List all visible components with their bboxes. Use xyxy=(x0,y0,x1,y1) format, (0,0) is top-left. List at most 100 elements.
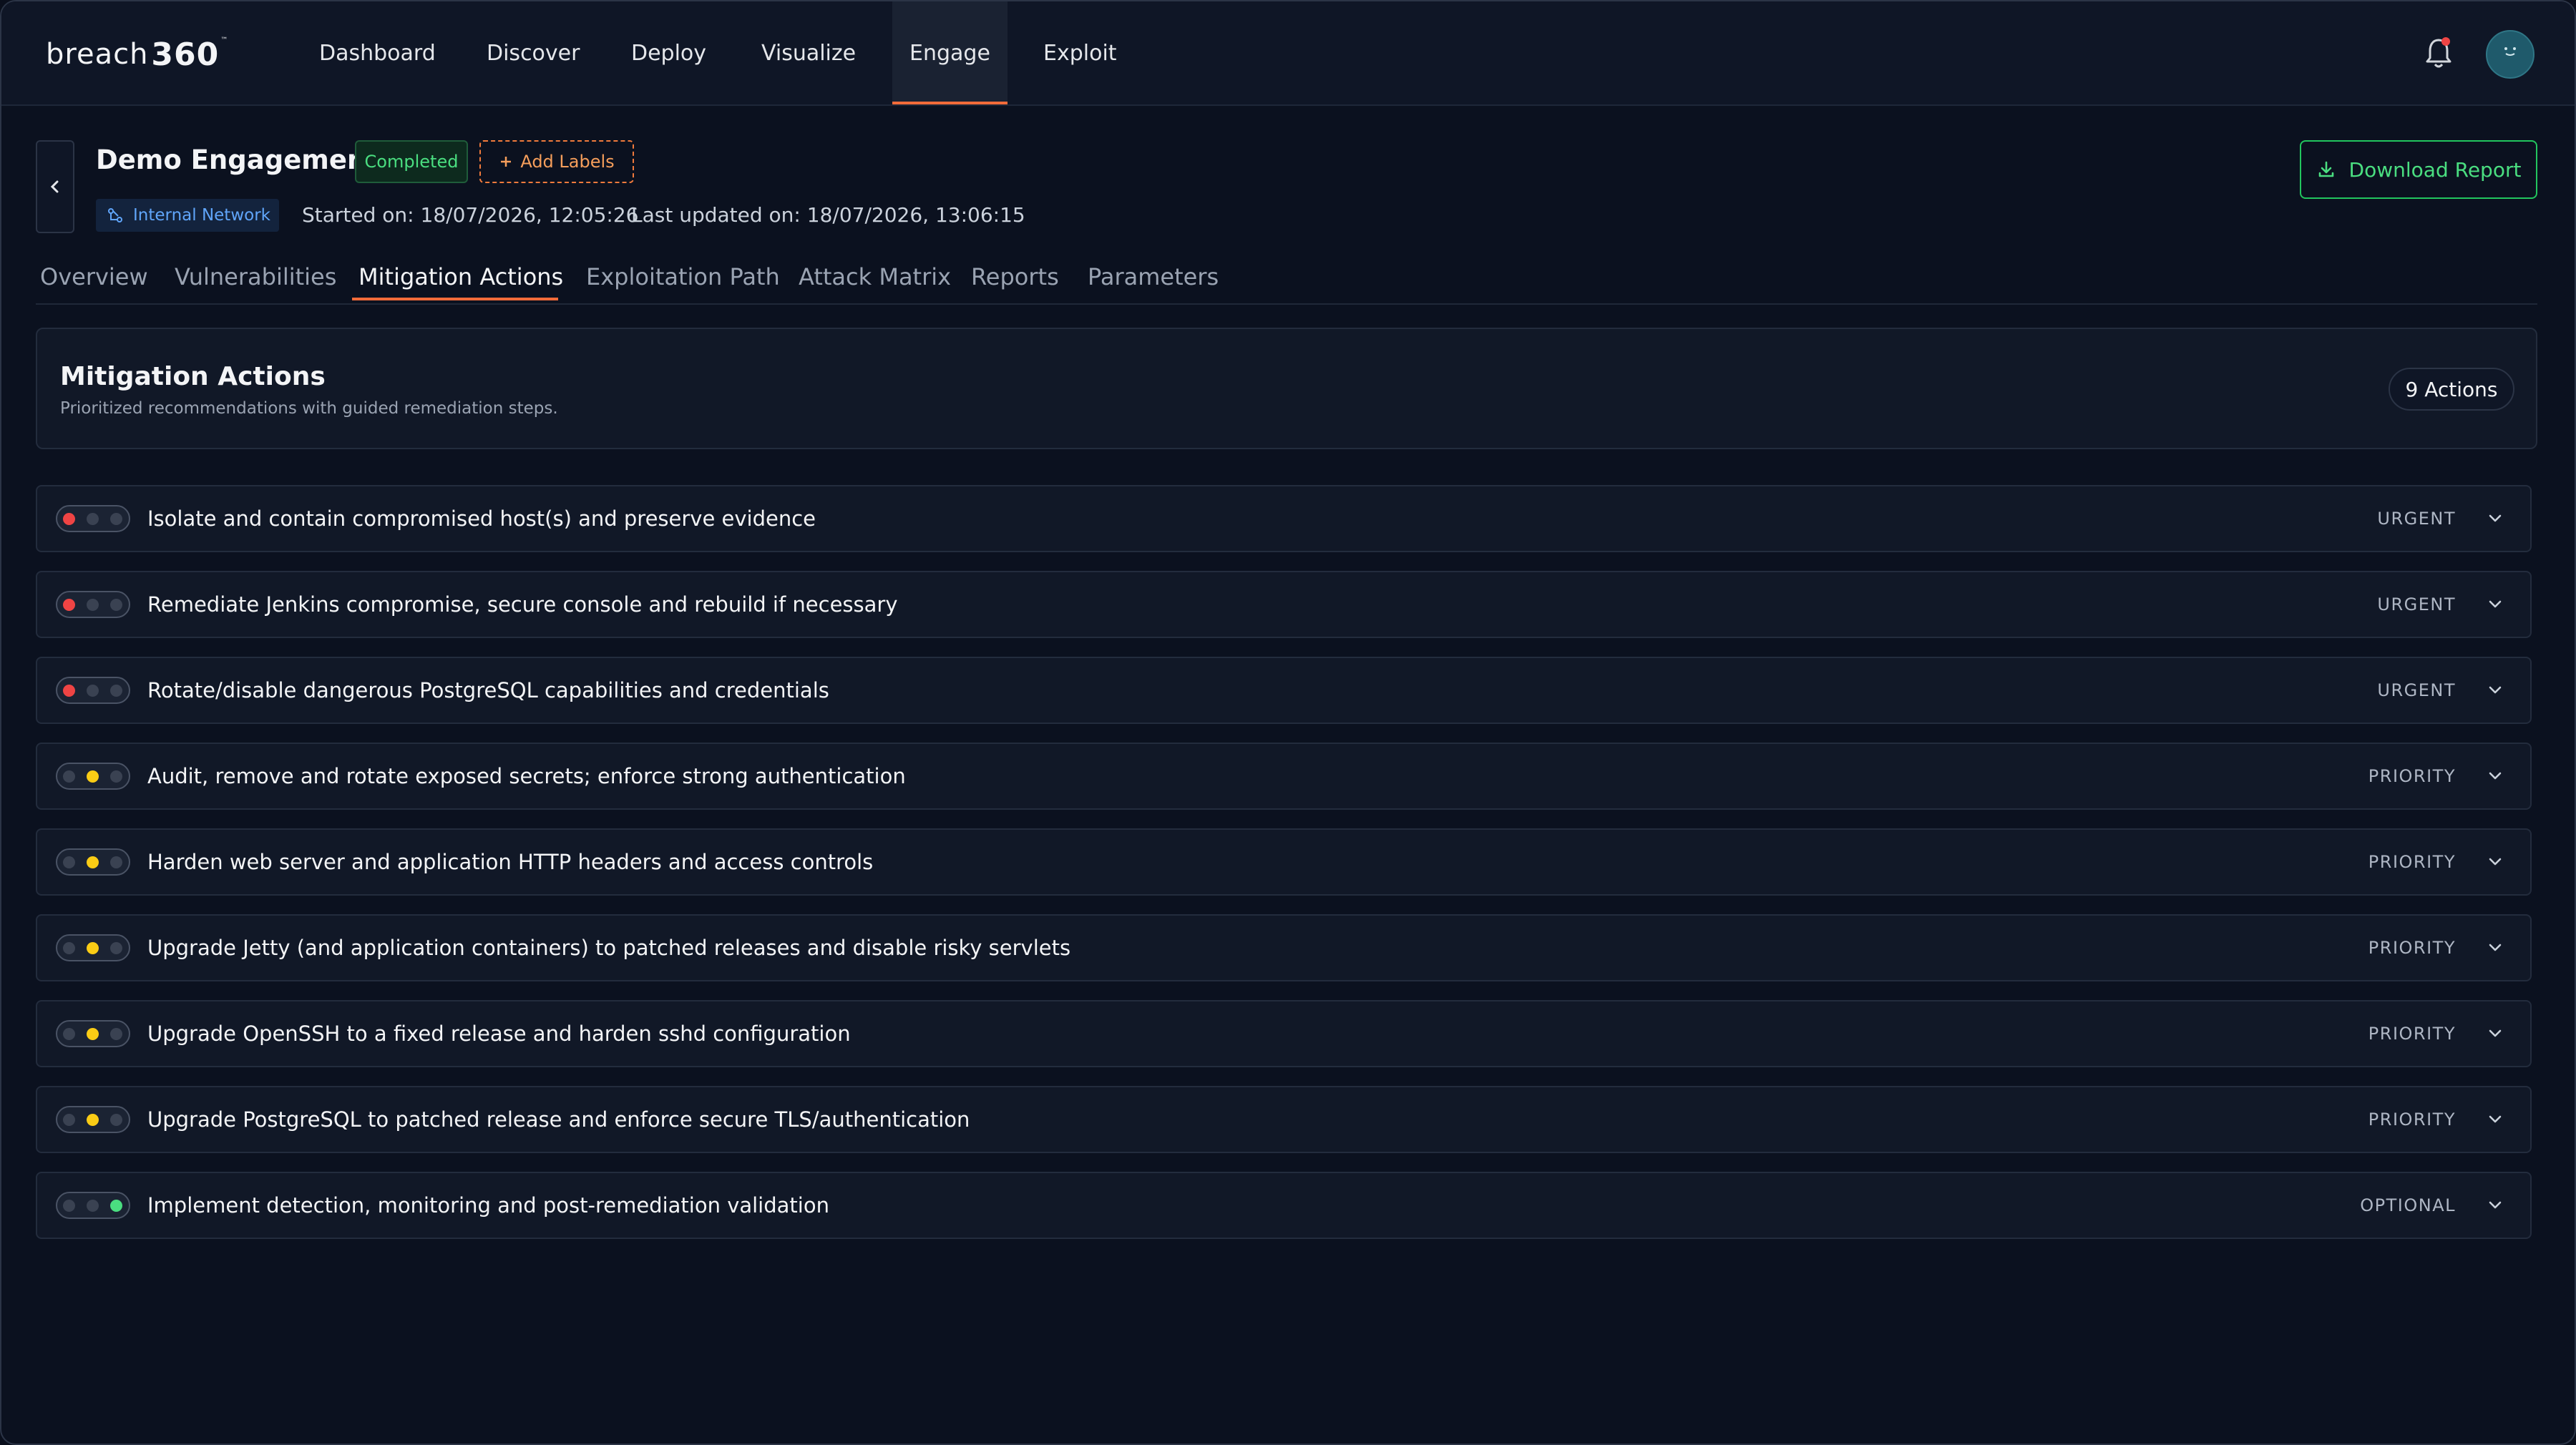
severity-dot-yellow xyxy=(87,513,99,525)
nav-item-dashboard[interactable]: Dashboard xyxy=(319,1,436,104)
back-button[interactable] xyxy=(36,140,74,233)
action-row[interactable]: Implement detection, monitoring and post… xyxy=(36,1172,2532,1239)
tab-attack-matrix[interactable]: Attack Matrix xyxy=(799,258,951,303)
action-priority: PRIORITY xyxy=(2368,938,2456,958)
action-row[interactable]: Audit, remove and rotate exposed secrets… xyxy=(36,743,2532,810)
severity-indicator xyxy=(56,763,130,790)
severity-dot-red xyxy=(63,513,75,525)
tab-mitigation-actions[interactable]: Mitigation Actions xyxy=(358,258,563,303)
logo-number: 360 xyxy=(151,36,220,73)
started-timestamp: Started on: 18/07/2026, 12:05:26 xyxy=(302,203,639,227)
severity-indicator xyxy=(56,677,130,704)
logo-trademark: ™ xyxy=(220,36,228,44)
logo-word: breach xyxy=(46,38,149,71)
actions-count-badge: 9 Actions xyxy=(2389,368,2514,411)
network-chip: Internal Network xyxy=(96,199,279,232)
mitigation-header-card xyxy=(36,328,2537,449)
chevron-down-icon[interactable] xyxy=(2484,680,2506,701)
severity-dot-red xyxy=(63,770,75,783)
chevron-down-icon[interactable] xyxy=(2484,1109,2506,1130)
action-title: Harden web server and application HTTP h… xyxy=(147,850,874,874)
action-priority: OPTIONAL xyxy=(2360,1195,2456,1215)
page-title: Demo Engagement xyxy=(96,144,379,175)
severity-indicator xyxy=(56,934,130,961)
action-title: Upgrade PostgreSQL to patched release an… xyxy=(147,1107,970,1132)
download-report-label: Download Report xyxy=(2348,157,2522,182)
chevron-down-icon[interactable] xyxy=(2484,508,2506,529)
tab-reports[interactable]: Reports xyxy=(971,258,1059,303)
action-priority: PRIORITY xyxy=(2368,1110,2456,1130)
nav-item-discover[interactable]: Discover xyxy=(487,1,580,104)
nav-item-visualize[interactable]: Visualize xyxy=(761,1,856,104)
severity-dot-green xyxy=(110,513,122,525)
severity-dot-yellow xyxy=(87,1114,99,1126)
severity-indicator xyxy=(56,591,130,618)
action-title: Audit, remove and rotate exposed secrets… xyxy=(147,764,906,788)
action-row[interactable]: Isolate and contain compromised host(s) … xyxy=(36,485,2532,552)
tab-parameters[interactable]: Parameters xyxy=(1088,258,1219,303)
section-title: Mitigation Actions xyxy=(60,362,326,391)
chevron-down-icon[interactable] xyxy=(2484,765,2506,787)
chevron-down-icon[interactable] xyxy=(2484,1023,2506,1044)
severity-dot-green xyxy=(110,856,122,868)
tab-overview[interactable]: Overview xyxy=(40,258,148,303)
action-row[interactable]: Upgrade Jetty (and application container… xyxy=(36,914,2532,981)
severity-dot-red xyxy=(63,1114,75,1126)
nav-item-exploit[interactable]: Exploit xyxy=(1043,1,1117,104)
severity-dot-green xyxy=(110,685,122,697)
severity-dot-green xyxy=(110,599,122,611)
download-report-button[interactable]: Download Report xyxy=(2300,140,2537,199)
nav-item-deploy[interactable]: Deploy xyxy=(631,1,706,104)
severity-dot-green xyxy=(110,942,122,954)
chevron-down-icon[interactable] xyxy=(2484,594,2506,615)
severity-dot-red xyxy=(63,599,75,611)
severity-indicator xyxy=(56,848,130,876)
action-priority: PRIORITY xyxy=(2368,852,2456,872)
nav-item-engage[interactable]: Engage xyxy=(892,1,1008,104)
action-row[interactable]: Remediate Jenkins compromise, secure con… xyxy=(36,571,2532,638)
action-title: Isolate and contain compromised host(s) … xyxy=(147,506,816,531)
tab-vulnerabilities[interactable]: Vulnerabilities xyxy=(175,258,336,303)
severity-indicator xyxy=(56,1192,130,1219)
chevron-down-icon[interactable] xyxy=(2484,937,2506,959)
severity-indicator xyxy=(56,1020,130,1047)
action-row[interactable]: Rotate/disable dangerous PostgreSQL capa… xyxy=(36,657,2532,724)
action-row[interactable]: Upgrade OpenSSH to a fixed release and h… xyxy=(36,1000,2532,1067)
section-subtitle: Prioritized recommendations with guided … xyxy=(60,399,558,418)
add-labels-button[interactable]: Add Labels xyxy=(479,140,634,183)
chevron-left-icon xyxy=(50,180,59,193)
bell-icon[interactable] xyxy=(2424,36,2453,70)
severity-dot-yellow xyxy=(87,1200,99,1212)
severity-dot-red xyxy=(63,856,75,868)
severity-dot-yellow xyxy=(87,770,99,783)
action-priority: PRIORITY xyxy=(2368,766,2456,786)
avatar[interactable] xyxy=(2486,30,2534,79)
add-labels-label: Add Labels xyxy=(520,152,615,172)
action-row[interactable]: Harden web server and application HTTP h… xyxy=(36,828,2532,896)
severity-dot-green xyxy=(110,1114,122,1126)
action-priority: PRIORITY xyxy=(2368,1024,2456,1044)
logo[interactable]: breach 360 ™ xyxy=(46,36,228,73)
plus-icon xyxy=(501,157,512,167)
severity-dot-red xyxy=(63,685,75,697)
action-title: Upgrade OpenSSH to a fixed release and h… xyxy=(147,1022,851,1046)
severity-dot-yellow xyxy=(87,856,99,868)
tab-exploitation-path[interactable]: Exploitation Path xyxy=(586,258,780,303)
severity-dot-yellow xyxy=(87,1028,99,1040)
severity-dot-yellow xyxy=(87,942,99,954)
action-priority: URGENT xyxy=(2377,594,2456,614)
severity-dot-red xyxy=(63,942,75,954)
chevron-down-icon[interactable] xyxy=(2484,1195,2506,1216)
network-label: Internal Network xyxy=(133,206,270,225)
action-row[interactable]: Upgrade PostgreSQL to patched release an… xyxy=(36,1086,2532,1153)
severity-dot-green xyxy=(110,770,122,783)
updated-timestamp: Last updated on: 18/07/2026, 13:06:15 xyxy=(631,203,1025,227)
severity-dot-green xyxy=(110,1200,122,1212)
action-title: Implement detection, monitoring and post… xyxy=(147,1193,829,1218)
action-title: Rotate/disable dangerous PostgreSQL capa… xyxy=(147,678,829,702)
active-tab-indicator xyxy=(352,298,558,300)
action-priority: URGENT xyxy=(2377,680,2456,700)
severity-dot-red xyxy=(63,1028,75,1040)
status-badge: Completed xyxy=(355,140,468,183)
chevron-down-icon[interactable] xyxy=(2484,851,2506,873)
